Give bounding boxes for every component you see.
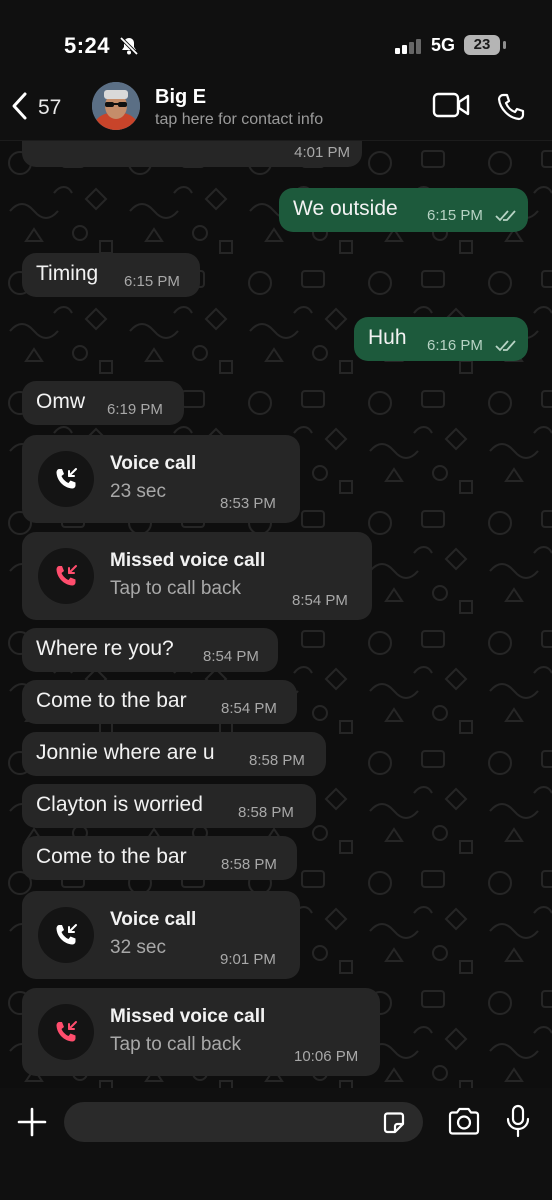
contact-name[interactable]: Big E xyxy=(155,86,206,109)
call-back-hint: Tap to call back xyxy=(110,578,241,599)
message-text: Jonnie where are u xyxy=(36,741,215,764)
message-time: 8:53 PM xyxy=(220,495,276,512)
chat-header: 57 Big E tap here for contact info xyxy=(0,80,552,141)
back-button[interactable]: 57 xyxy=(10,90,90,126)
battery-nub xyxy=(503,41,506,49)
network-type: 5G xyxy=(431,35,456,55)
call-back-hint: Tap to call back xyxy=(110,1034,241,1055)
missed-call-icon xyxy=(53,1019,79,1050)
chat-area[interactable]: 4:01 PM We outside 6:15 PM Timing 6:15 P… xyxy=(0,141,552,1088)
bell-slash-icon xyxy=(118,36,140,61)
missed-call-bubble[interactable]: Missed voice call Tap to call back 8:54 … xyxy=(22,532,372,620)
call-icon-circle xyxy=(38,1004,94,1060)
avatar[interactable] xyxy=(92,82,140,130)
message-bubble-outgoing[interactable]: Huh 6:16 PM xyxy=(354,317,528,361)
message-bubble-incoming[interactable]: Omw 6:19 PM xyxy=(22,381,184,425)
missed-call-icon xyxy=(53,563,79,594)
read-ticks-icon xyxy=(495,339,517,357)
message-text: Huh xyxy=(368,326,407,349)
chevron-left-icon xyxy=(10,91,30,126)
status-time: 5:24 xyxy=(64,33,111,58)
message-bubble-incoming[interactable]: Clayton is worried 8:58 PM xyxy=(22,784,316,828)
microphone-icon[interactable] xyxy=(505,1104,531,1143)
message-time: 6:19 PM xyxy=(107,401,163,418)
message-time: 8:54 PM xyxy=(203,648,259,665)
read-ticks-icon xyxy=(495,209,517,227)
message-bubble-outgoing[interactable]: We outside 6:15 PM xyxy=(279,188,528,232)
message-text: Where re you? xyxy=(36,637,174,660)
call-duration: 23 sec xyxy=(110,481,166,502)
missed-call-bubble[interactable]: Missed voice call Tap to call back 10:06… xyxy=(22,988,380,1076)
status-bar: 5:24 5G 23 xyxy=(0,0,552,80)
message-bubble-incoming[interactable]: Jonnie where are u 8:58 PM xyxy=(22,732,326,776)
message-text: Omw xyxy=(36,390,85,413)
contact-info-link[interactable]: tap here for contact info xyxy=(155,111,323,129)
sticker-icon[interactable] xyxy=(381,1110,407,1141)
call-duration: 32 sec xyxy=(110,937,166,958)
message-input[interactable] xyxy=(64,1102,423,1142)
message-time: 8:54 PM xyxy=(292,592,348,609)
phone-icon[interactable] xyxy=(496,92,526,127)
message-bubble-incoming[interactable]: Come to the bar 8:54 PM xyxy=(22,680,297,724)
message-time: 4:01 PM xyxy=(294,144,350,161)
battery-level: 23 xyxy=(464,35,500,55)
message-bubble-incoming[interactable]: Come to the bar 8:58 PM xyxy=(22,836,297,880)
camera-icon[interactable] xyxy=(447,1106,481,1141)
unread-count: 57 xyxy=(38,96,62,119)
message-time: 8:54 PM xyxy=(221,700,277,717)
message-input-bar xyxy=(0,1088,552,1200)
message-text: Timing xyxy=(36,262,99,285)
message-text: Come to the bar xyxy=(36,845,187,868)
call-title: Missed voice call xyxy=(110,550,266,571)
message-bubble-incoming[interactable]: 4:01 PM xyxy=(22,141,362,167)
call-icon-circle xyxy=(38,907,94,963)
call-icon-circle xyxy=(38,451,94,507)
call-title: Voice call xyxy=(110,909,197,930)
incoming-call-icon xyxy=(53,922,79,953)
call-title: Voice call xyxy=(110,453,197,474)
call-bubble[interactable]: Voice call 23 sec 8:53 PM xyxy=(22,435,300,523)
call-bubble[interactable]: Voice call 32 sec 9:01 PM xyxy=(22,891,300,979)
message-text: Clayton is worried xyxy=(36,793,203,816)
plus-icon[interactable] xyxy=(16,1106,48,1143)
message-time: 10:06 PM xyxy=(294,1048,359,1065)
message-time: 8:58 PM xyxy=(249,752,305,769)
message-time: 6:15 PM xyxy=(124,273,180,290)
message-time: 6:16 PM xyxy=(427,337,483,354)
message-text: Come to the bar xyxy=(36,689,187,712)
incoming-call-icon xyxy=(53,466,79,497)
message-time: 8:58 PM xyxy=(238,804,294,821)
call-title: Missed voice call xyxy=(110,1006,266,1027)
signal-icon xyxy=(395,38,425,59)
call-icon-circle xyxy=(38,548,94,604)
message-text: We outside xyxy=(293,197,398,220)
message-time: 6:15 PM xyxy=(427,207,483,224)
video-camera-icon[interactable] xyxy=(432,92,470,123)
message-time: 9:01 PM xyxy=(220,951,276,968)
message-time: 8:58 PM xyxy=(221,856,277,873)
message-bubble-incoming[interactable]: Where re you? 8:54 PM xyxy=(22,628,278,672)
message-bubble-incoming[interactable]: Timing 6:15 PM xyxy=(22,253,200,297)
